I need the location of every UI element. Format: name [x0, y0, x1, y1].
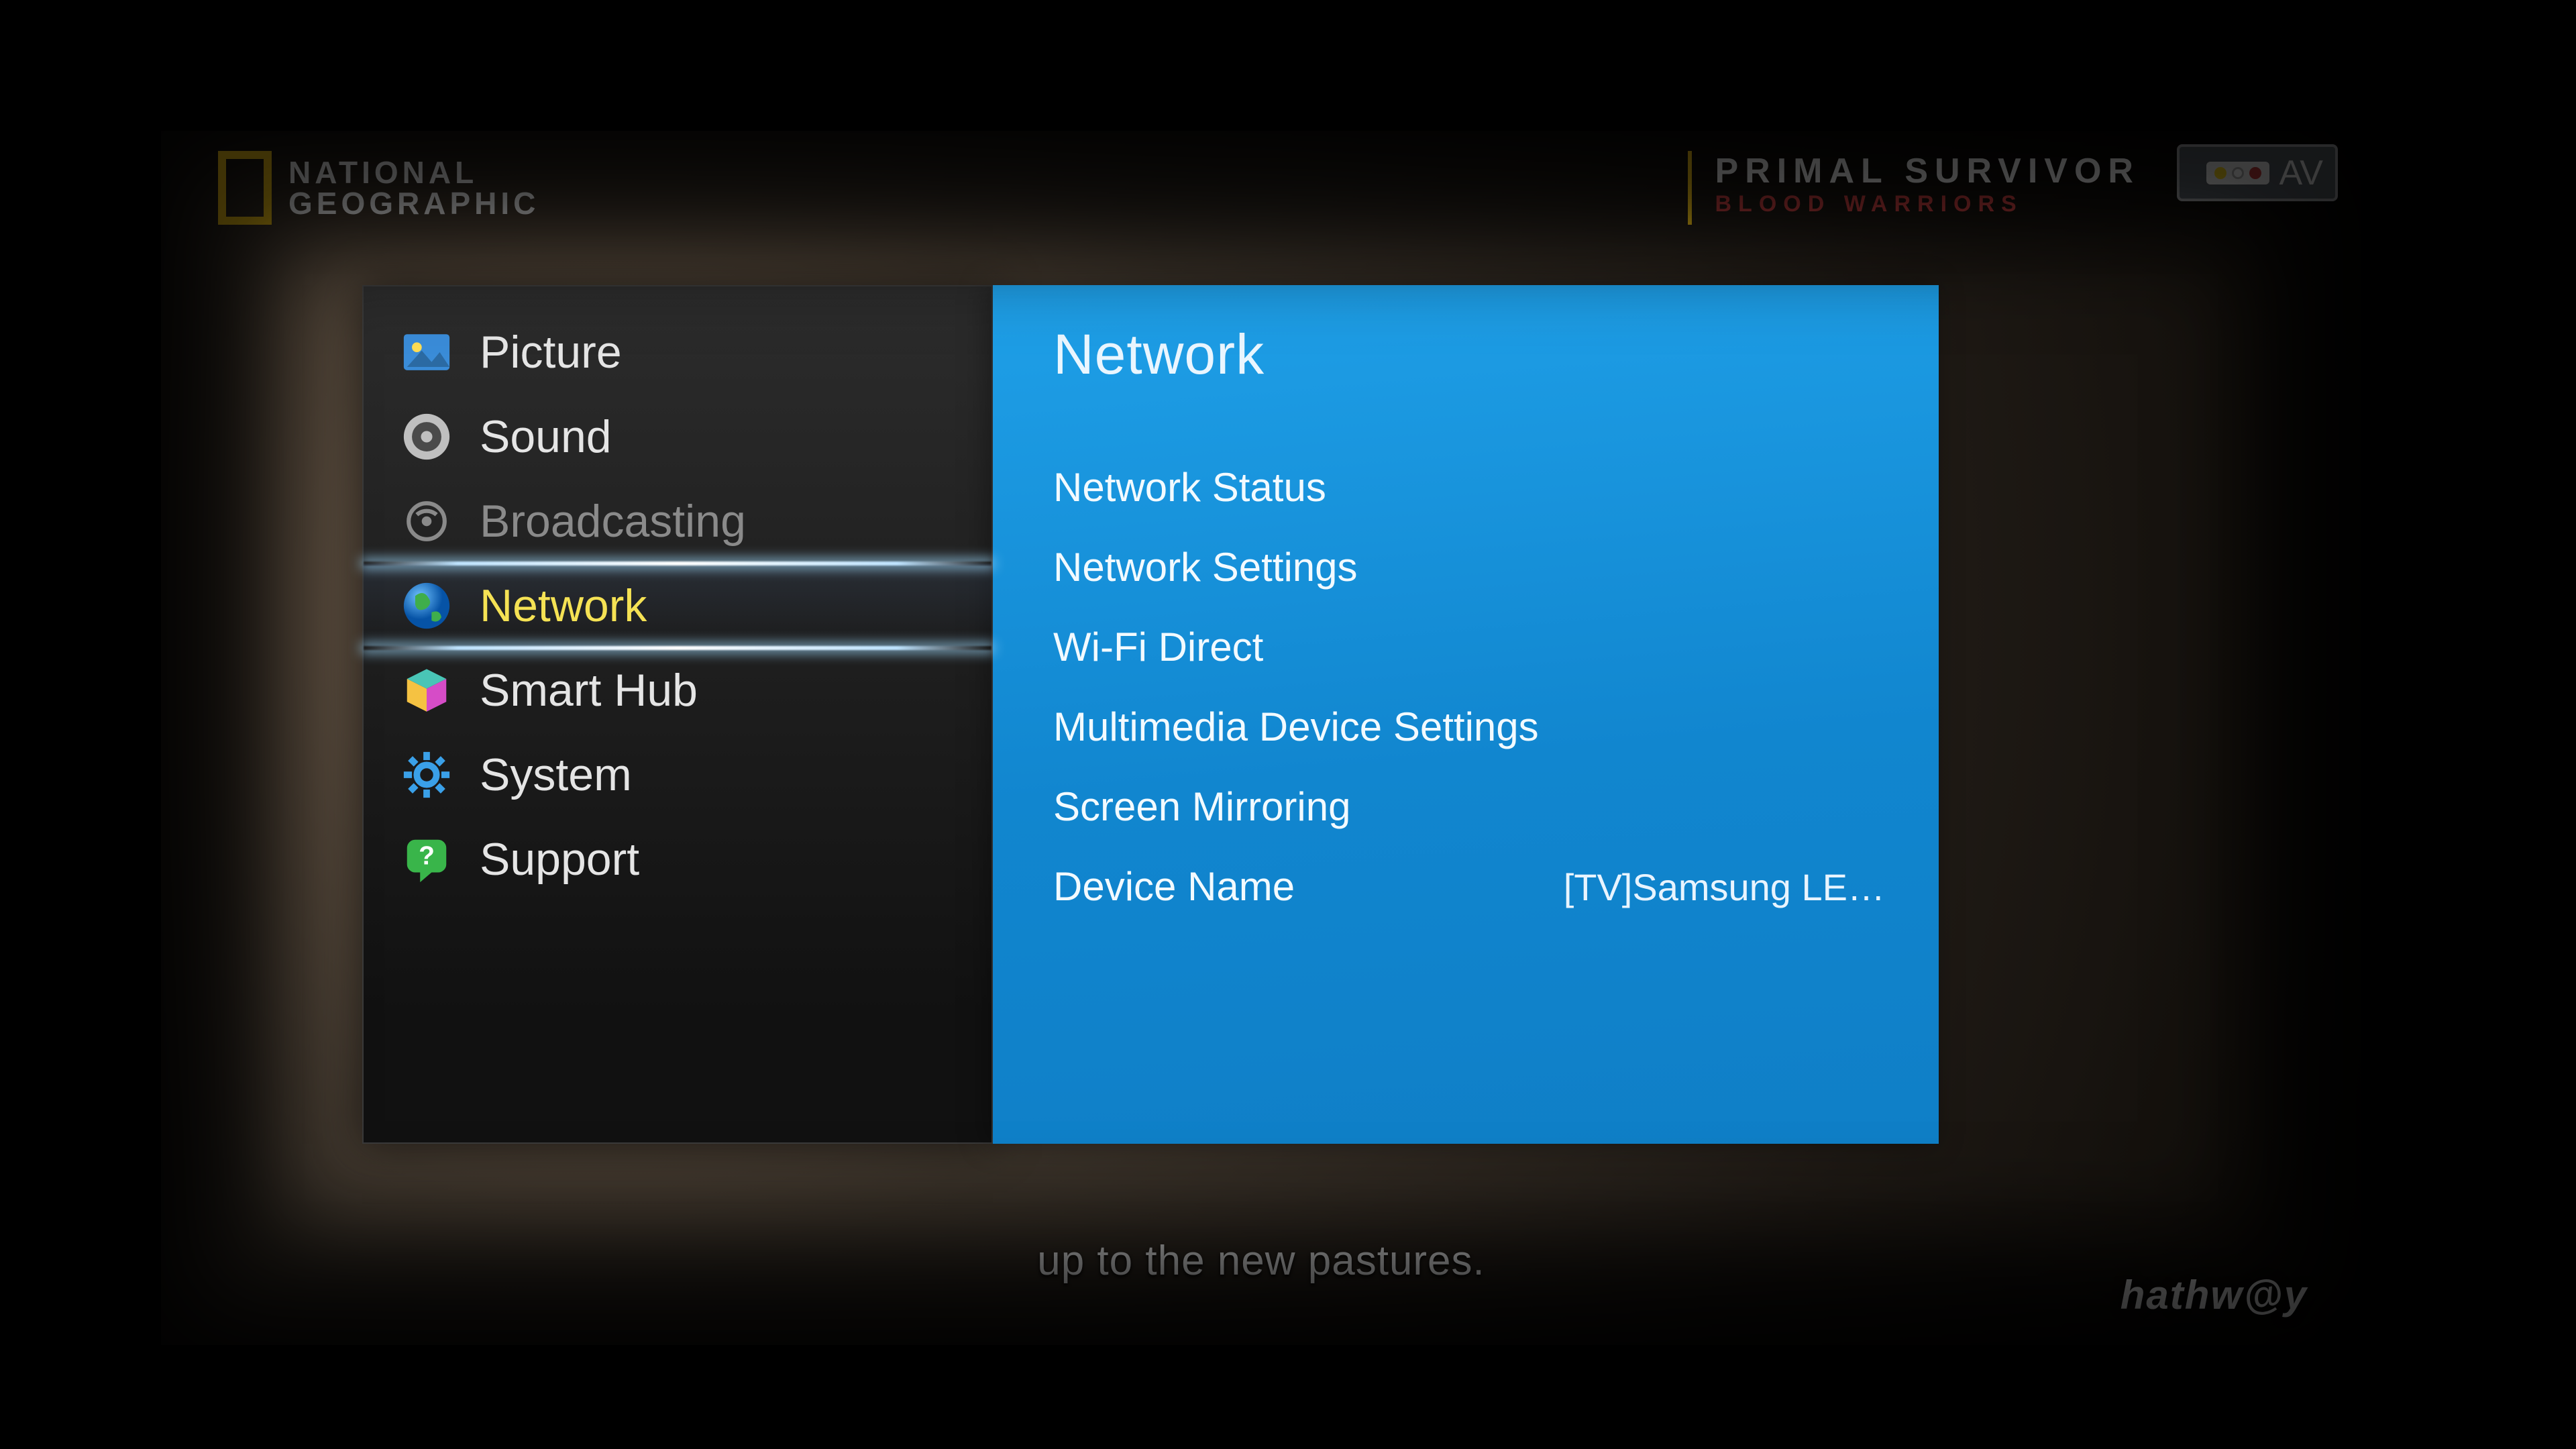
panel-item-wifi-direct[interactable]: Wi-Fi Direct: [1053, 607, 1885, 687]
panel-item-device-name[interactable]: Device Name [TV]Samsung LE…: [1053, 847, 1885, 926]
panel-item-label: Wi-Fi Direct: [1053, 624, 1263, 670]
sidebar-item-label: Support: [480, 833, 639, 885]
channel-name-line2: GEOGRAPHIC: [288, 188, 539, 219]
panel-item-value: [TV]Samsung LE…: [1564, 865, 1885, 909]
gear-icon: [400, 749, 453, 801]
sidebar-item-smart-hub[interactable]: Smart Hub: [364, 648, 991, 733]
panel-title: Network: [1053, 322, 1885, 387]
sidebar-item-picture[interactable]: Picture: [364, 310, 991, 394]
sidebar-item-sound[interactable]: Sound: [364, 394, 991, 479]
sidebar-item-broadcasting: Broadcasting: [364, 479, 991, 564]
support-icon: ?: [400, 833, 453, 885]
program-info: PRIMAL SURVIVOR BLOOD WARRIORS: [1688, 151, 2141, 225]
input-source-badge: AV: [2177, 144, 2338, 201]
picture-icon: [400, 326, 453, 378]
sidebar-item-system[interactable]: System: [364, 733, 991, 817]
sidebar-item-label: Broadcasting: [480, 495, 746, 547]
sidebar-item-label: Network: [480, 580, 647, 632]
panel-item-label: Device Name: [1053, 863, 1295, 910]
sidebar-item-label: System: [480, 749, 632, 801]
panel-item-label: Network Settings: [1053, 544, 1358, 590]
program-subtitle: BLOOD WARRIORS: [1715, 191, 2141, 217]
panel-item-network-status[interactable]: Network Status: [1053, 447, 1885, 527]
panel-item-label: Multimedia Device Settings: [1053, 704, 1539, 750]
sidebar-item-network[interactable]: Network: [364, 564, 991, 648]
panel-item-network-settings[interactable]: Network Settings: [1053, 527, 1885, 607]
globe-icon: [400, 580, 453, 632]
channel-logo: NATIONAL GEOGRAPHIC: [218, 151, 539, 225]
sidebar-item-label: Smart Hub: [480, 664, 698, 716]
input-source-label: AV: [2279, 153, 2323, 193]
panel-item-label: Screen Mirroring: [1053, 784, 1350, 830]
sidebar-item-label: Sound: [480, 411, 612, 463]
natgeo-frame-icon: [218, 151, 272, 225]
broadcast-icon: [400, 495, 453, 547]
program-title: PRIMAL SURVIVOR: [1715, 151, 2141, 191]
sidebar-item-support[interactable]: ? Support: [364, 817, 991, 902]
panel-item-multimedia-device[interactable]: Multimedia Device Settings: [1053, 687, 1885, 767]
av-connector-icon: [2206, 162, 2269, 184]
channel-name-line1: NATIONAL: [288, 157, 539, 188]
tv-screen: NATIONAL GEOGRAPHIC PRIMAL SURVIVOR BLOO…: [161, 131, 2361, 1345]
sidebar-item-label: Picture: [480, 326, 622, 378]
panel-item-label: Network Status: [1053, 464, 1326, 511]
provider-logo: hathw@y: [2121, 1272, 2308, 1318]
settings-detail-panel: Network Network Status Network Settings …: [993, 285, 1939, 1144]
panel-item-screen-mirroring[interactable]: Screen Mirroring: [1053, 767, 1885, 847]
cube-icon: [400, 664, 453, 716]
settings-side-menu: Picture Sound Broadcasting: [362, 285, 993, 1144]
video-subtitle: up to the new pastures.: [161, 1237, 2361, 1285]
sound-icon: [400, 411, 453, 463]
channel-name: NATIONAL GEOGRAPHIC: [288, 157, 539, 219]
svg-text:?: ?: [419, 841, 435, 870]
settings-osd: Picture Sound Broadcasting: [362, 285, 1939, 1144]
